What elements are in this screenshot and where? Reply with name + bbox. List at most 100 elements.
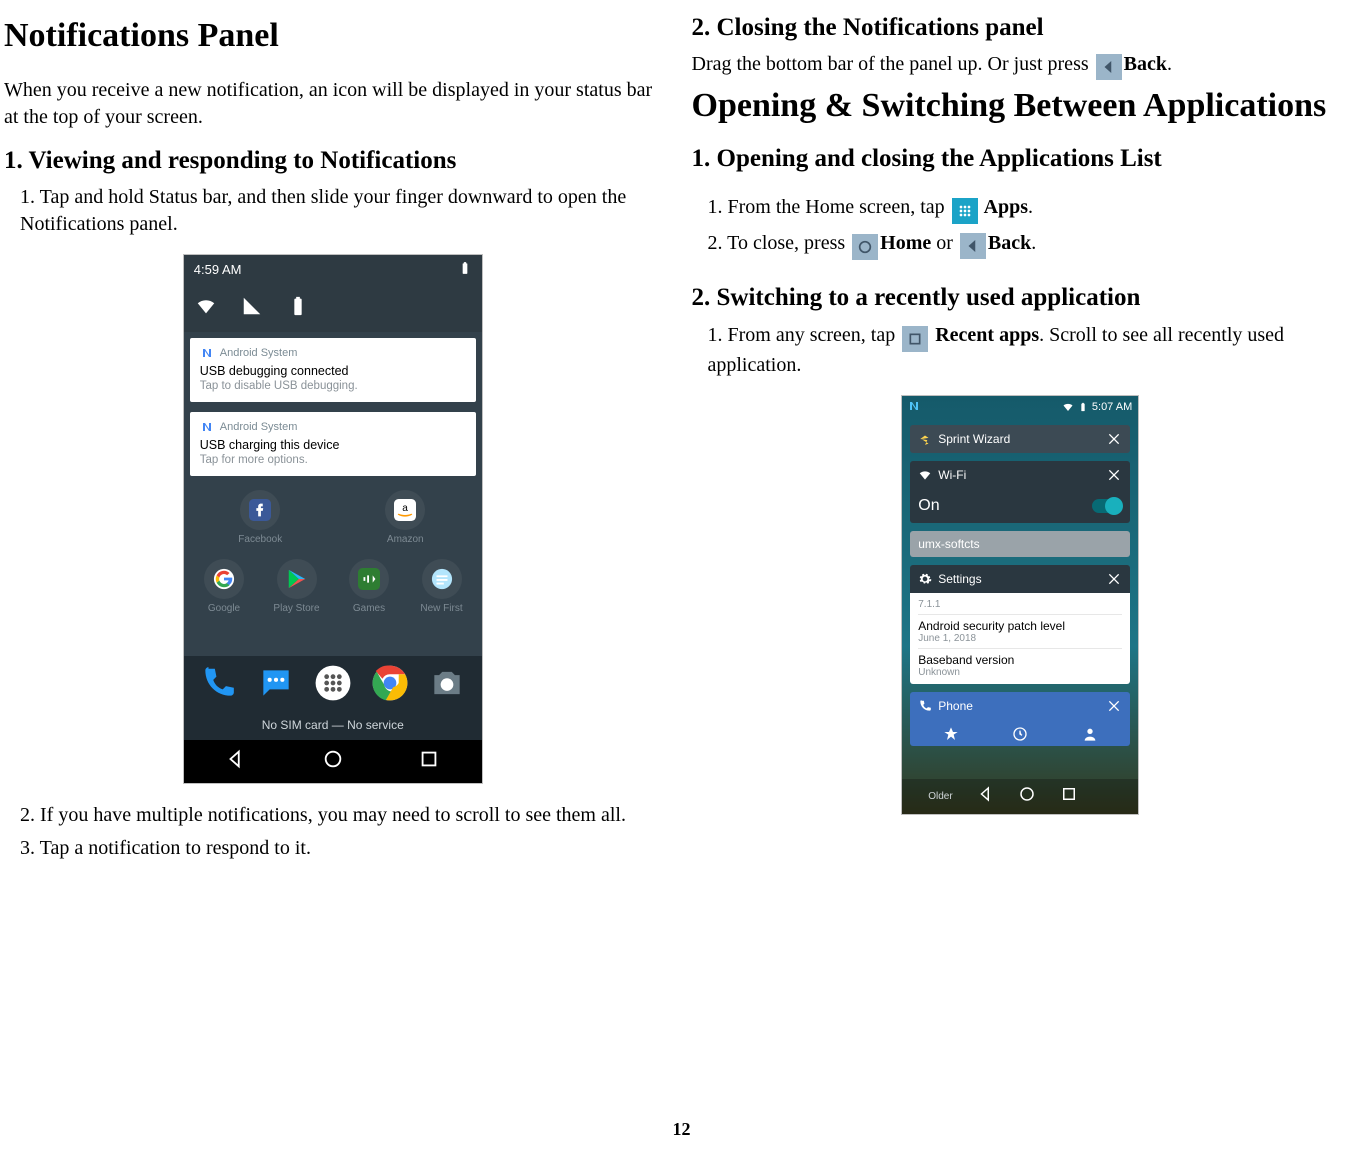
heading-opening-switching: Opening & Switching Between Applications bbox=[692, 86, 1350, 127]
home-tile-amazon: a Amazon bbox=[376, 490, 434, 545]
recent-apps-icon bbox=[902, 326, 928, 352]
screenshot-recent-apps: 5:07 AM Sprint Wizard Wi-Fi On umx-softc… bbox=[901, 395, 1139, 815]
wifi-state: On bbox=[918, 497, 939, 515]
nav-recents-icon bbox=[1060, 785, 1078, 808]
home-tile-facebook: Facebook bbox=[231, 490, 289, 545]
back-icon bbox=[1096, 54, 1122, 80]
close-icon bbox=[1106, 698, 1122, 714]
contacts-icon bbox=[1082, 726, 1098, 742]
close-icon bbox=[1106, 467, 1122, 483]
system-nav-bar: Older bbox=[902, 779, 1138, 814]
settings-patch-title: Android security patch level bbox=[918, 619, 1122, 633]
step-tap-recent-apps: 1. From any screen, tap Recent apps. Scr… bbox=[692, 322, 1350, 379]
older-label: Older bbox=[918, 791, 952, 802]
status-battery-icon bbox=[458, 261, 472, 278]
recent-card-phone: Phone bbox=[910, 692, 1130, 746]
home-tile-games: Games bbox=[340, 559, 398, 614]
heading-closing-panel: 2. Closing the Notifications panel bbox=[692, 12, 1350, 43]
settings-version: 7.1.1 bbox=[918, 599, 1122, 610]
home-tile-play-store: Play Store bbox=[268, 559, 326, 614]
recent-card-settings: Settings 7.1.1 Android security patch le… bbox=[910, 565, 1130, 684]
heading-open-close-apps: 1. Opening and closing the Applications … bbox=[692, 143, 1350, 174]
left-column: Notifications Panel When you receive a n… bbox=[0, 0, 680, 1070]
nav-home-icon bbox=[1018, 785, 1036, 808]
step-scroll-notifications: 2. If you have multiple notifications, y… bbox=[4, 802, 662, 829]
status-time: 5:07 AM bbox=[1092, 401, 1132, 413]
page-number: 12 bbox=[0, 1119, 1363, 1140]
closing-text-a: Drag the bottom bar of the panel up. Or … bbox=[692, 53, 1094, 75]
text-home-label: Home bbox=[880, 232, 931, 254]
battery-icon bbox=[1078, 401, 1088, 413]
messages-icon bbox=[257, 664, 295, 702]
intro-paragraph: When you receive a new notification, an … bbox=[4, 77, 662, 131]
close-icon bbox=[1106, 431, 1122, 447]
android-n-icon bbox=[908, 400, 920, 415]
system-nav-bar bbox=[184, 740, 482, 783]
back-icon bbox=[960, 233, 986, 259]
camera-icon bbox=[428, 664, 466, 702]
no-sim-text: No SIM card — No service bbox=[184, 710, 482, 740]
quick-settings-row bbox=[184, 284, 482, 332]
heading-notifications-panel: Notifications Panel bbox=[4, 16, 662, 57]
tile-label: New First bbox=[420, 603, 462, 614]
text-fragment: . bbox=[1028, 196, 1033, 218]
recent-card-wifi: Wi-Fi On bbox=[910, 461, 1130, 523]
closing-panel-body: Drag the bottom bar of the panel up. Or … bbox=[692, 51, 1350, 80]
screenshot-notifications-panel: 4:59 AM Android System USB debugging con… bbox=[183, 254, 483, 784]
apps-icon bbox=[314, 664, 352, 702]
chrome-icon bbox=[371, 664, 409, 702]
settings-baseband-title: Baseband version bbox=[918, 653, 1122, 667]
nav-recents-icon bbox=[418, 748, 440, 775]
phone-icon bbox=[918, 699, 932, 713]
heading-switch-recent: 2. Switching to a recently used applicat… bbox=[692, 282, 1350, 313]
home-icon-row-1: Facebook a Amazon bbox=[184, 480, 482, 549]
notification-card-2-sub: Tap for more options. bbox=[200, 454, 466, 466]
step-open-notifications: 1. Tap and hold Status bar, and then sli… bbox=[4, 184, 662, 238]
step-close-apps-list: 2. To close, press Home or Back. bbox=[692, 230, 1350, 260]
close-icon bbox=[1106, 571, 1122, 587]
mini-status-bar: 5:07 AM bbox=[902, 396, 1138, 419]
recent-card-umx: umx-softcts bbox=[910, 531, 1130, 557]
gear-icon bbox=[918, 572, 932, 586]
text-apps-label: Apps bbox=[980, 196, 1028, 218]
heading-viewing-responding: 1. Viewing and responding to Notificatio… bbox=[4, 145, 662, 176]
apps-icon bbox=[952, 198, 978, 224]
tile-label: Amazon bbox=[387, 534, 424, 545]
sprint-icon bbox=[918, 432, 932, 446]
text-fragment: . bbox=[1031, 232, 1036, 254]
status-bar: 4:59 AM bbox=[184, 255, 482, 284]
clock-icon bbox=[1012, 726, 1028, 742]
card-title: Phone bbox=[938, 699, 973, 713]
home-tile-new-first: New First bbox=[413, 559, 471, 614]
nav-back-icon bbox=[977, 785, 995, 808]
android-n-icon bbox=[200, 346, 214, 360]
card-title: Sprint Wizard bbox=[938, 432, 1010, 446]
home-icon-row-2: Google Play Store Games New First bbox=[184, 549, 482, 618]
wifi-icon bbox=[918, 468, 932, 482]
phone-tabs bbox=[910, 722, 1130, 746]
wifi-icon bbox=[194, 294, 218, 318]
step-open-apps-list: 1. From the Home screen, tap Apps. bbox=[692, 194, 1350, 224]
notification-card-2: Android System USB charging this device … bbox=[190, 412, 476, 476]
closing-text-c: . bbox=[1167, 53, 1172, 75]
right-column: 2. Closing the Notifications panel Drag … bbox=[680, 0, 1363, 1070]
tile-label: Play Store bbox=[273, 603, 319, 614]
notification-card-1-sub: Tap to disable USB debugging. bbox=[200, 380, 466, 392]
wifi-icon bbox=[1062, 401, 1074, 413]
status-time: 4:59 AM bbox=[194, 262, 242, 277]
tile-label: Google bbox=[208, 603, 240, 614]
phone-icon bbox=[199, 664, 237, 702]
notification-card-2-app: Android System bbox=[220, 421, 298, 433]
nav-home-icon bbox=[322, 748, 344, 775]
settings-baseband-val: Unknown bbox=[918, 667, 1122, 678]
text-fragment: or bbox=[931, 232, 958, 254]
wifi-toggle bbox=[1092, 499, 1122, 513]
notification-card-1-app: Android System bbox=[220, 347, 298, 359]
battery-icon bbox=[286, 294, 310, 318]
cell-signal-icon bbox=[240, 294, 264, 318]
settings-patch-date: June 1, 2018 bbox=[918, 633, 1122, 644]
text-fragment: 1. From the Home screen, tap bbox=[708, 196, 950, 218]
card-title: umx-softcts bbox=[918, 537, 979, 551]
notification-card-2-title: USB charging this device bbox=[200, 438, 466, 452]
nav-back-icon bbox=[225, 748, 247, 775]
